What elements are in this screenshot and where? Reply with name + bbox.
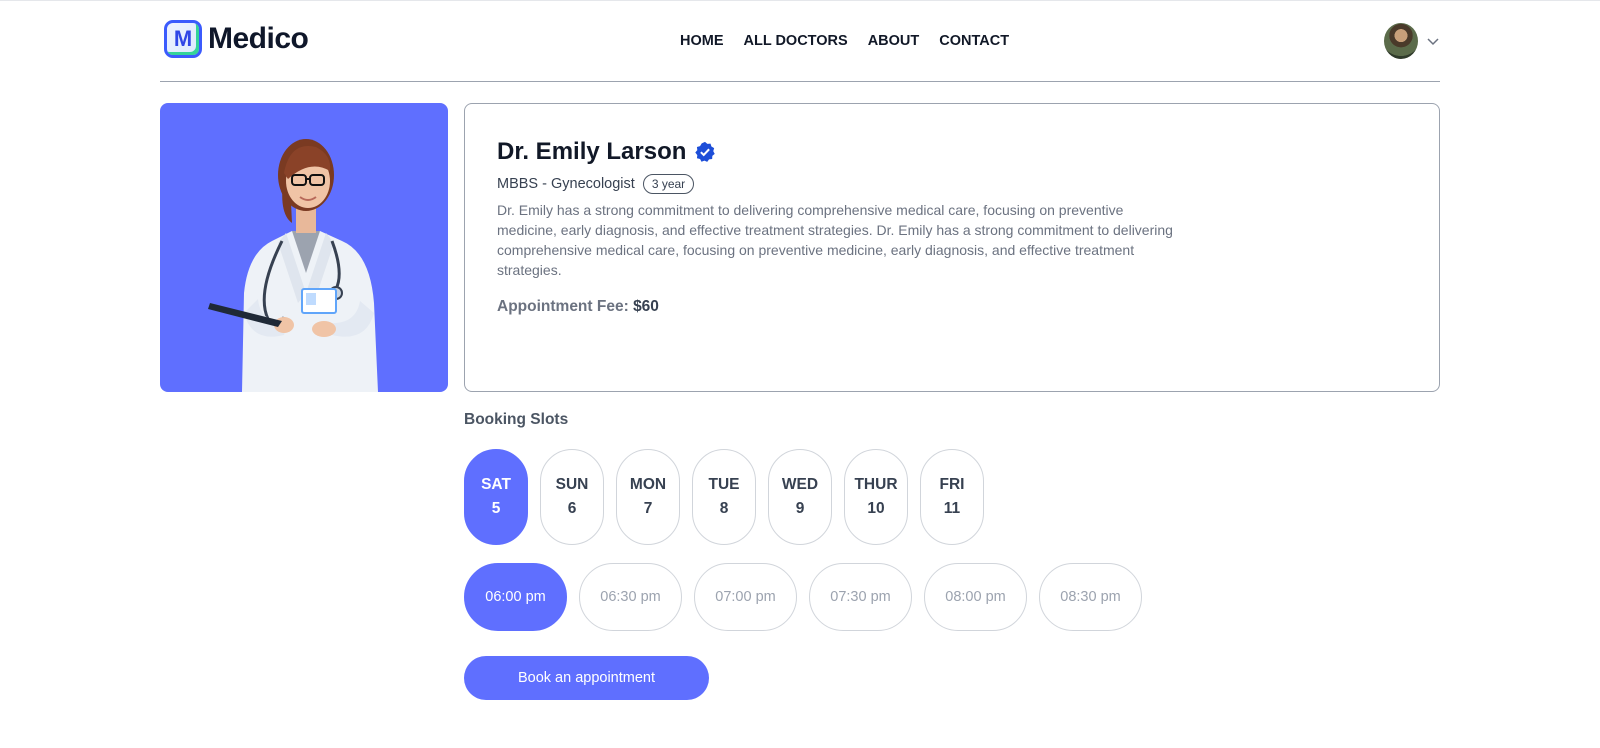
day-slot[interactable]: WED 9: [768, 449, 832, 545]
logo-text: Medico: [208, 22, 309, 55]
day-date: 10: [867, 500, 885, 517]
fee-label: Appointment Fee:: [497, 298, 629, 315]
booking-slots-title: Booking Slots: [464, 411, 569, 428]
day-date: 5: [491, 500, 501, 517]
day-name: SAT: [481, 476, 511, 493]
time-slot[interactable]: 08:30 pm: [1039, 563, 1142, 631]
time-slot[interactable]: 08:00 pm: [924, 563, 1027, 631]
day-name: MON: [629, 476, 667, 493]
day-slot[interactable]: SAT 5: [464, 449, 528, 545]
chevron-down-icon[interactable]: [1426, 34, 1440, 48]
nav-home[interactable]: HOME: [680, 33, 724, 49]
verified-badge-icon: [695, 141, 716, 162]
doctor-photo: [160, 103, 448, 392]
doctor-name: Dr. Emily Larson: [497, 138, 687, 165]
day-name: FRI: [939, 476, 965, 493]
doctor-illustration: [208, 139, 378, 392]
logo[interactable]: M Medico: [164, 20, 309, 58]
logo-mark-icon: M: [164, 20, 202, 58]
day-slot[interactable]: SUN 6: [540, 449, 604, 545]
nav-about[interactable]: ABOUT: [868, 33, 920, 49]
doctor-name-row: Dr. Emily Larson: [497, 138, 716, 166]
book-appointment-button[interactable]: Book an appointment: [464, 656, 709, 700]
experience-badge: 3 year: [642, 174, 695, 194]
time-slot[interactable]: 07:00 pm: [694, 563, 797, 631]
day-date: 9: [795, 500, 805, 517]
appointment-fee: Appointment Fee: $60: [497, 298, 659, 316]
nav-all-doctors[interactable]: ALL DOCTORS: [744, 33, 848, 49]
time-selector: 06:00 pm 06:30 pm 07:00 pm 07:30 pm 08:0…: [464, 563, 1142, 631]
time-slot[interactable]: 06:30 pm: [579, 563, 682, 631]
day-slot[interactable]: FRI 11: [920, 449, 984, 545]
day-selector: SAT 5 SUN 6 MON 7 TUE 8 WED 9 THUR 10 FRI 11: [464, 449, 984, 545]
avatar[interactable]: [1384, 23, 1418, 59]
day-slot[interactable]: MON 7: [616, 449, 680, 545]
day-name: TUE: [708, 476, 740, 493]
day-date: 6: [567, 500, 577, 517]
day-name: THUR: [854, 476, 898, 493]
doctor-about: Dr. Emily has a strong commitment to del…: [497, 202, 1173, 278]
nav-contact[interactable]: CONTACT: [939, 33, 1009, 49]
day-date: 7: [643, 500, 653, 517]
navbar: M Medico HOME ALL DOCTORS ABOUT CONTACT: [160, 1, 1440, 82]
doctor-info-card: Dr. Emily Larson MBBS - Gynecologist 3 y…: [464, 103, 1440, 392]
logo-mark-letter: M: [173, 26, 193, 51]
day-name: WED: [781, 476, 819, 493]
day-slot[interactable]: THUR 10: [844, 449, 908, 545]
day-date: 11: [943, 500, 961, 517]
time-slot[interactable]: 06:00 pm: [464, 563, 567, 631]
time-slot[interactable]: 07:30 pm: [809, 563, 912, 631]
day-name: SUN: [555, 476, 589, 493]
main-nav: HOME ALL DOCTORS ABOUT CONTACT: [680, 33, 1009, 49]
profile-menu[interactable]: [1384, 23, 1440, 59]
day-slot[interactable]: TUE 8: [692, 449, 756, 545]
day-date: 8: [719, 500, 729, 517]
degree-specialty: MBBS - Gynecologist: [497, 176, 635, 192]
doctor-meta: MBBS - Gynecologist 3 year: [497, 174, 695, 194]
fee-value: $60: [633, 298, 659, 315]
